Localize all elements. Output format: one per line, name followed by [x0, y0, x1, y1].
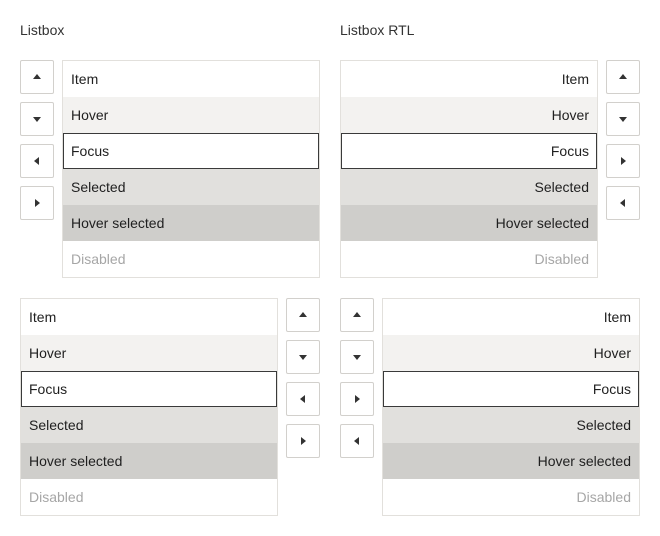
listbox-option-disabled: Disabled: [29, 489, 84, 505]
listbox-rtl: Item Hover Focus Selected Hover selected…: [340, 60, 598, 278]
listbox-rtl-option-selected[interactable]: Selected: [341, 169, 597, 205]
listbox-title: Listbox: [20, 22, 65, 38]
move-right-button[interactable]: [606, 144, 640, 178]
listbox-option-focus[interactable]: Focus: [63, 133, 319, 169]
triangle-left-icon: [34, 157, 39, 165]
triangle-left-icon: [300, 395, 305, 403]
listbox-option-hover-selected[interactable]: Hover selected: [63, 205, 319, 241]
triangle-down-icon: [619, 117, 627, 122]
listbox-option-item[interactable]: Item: [63, 61, 319, 97]
listbox-option-selected[interactable]: Selected: [63, 169, 319, 205]
listbox-rtl-option-hover-selected[interactable]: Hover selected: [341, 205, 597, 241]
move-down-button[interactable]: [340, 340, 374, 374]
move-right-button[interactable]: [20, 186, 54, 220]
triangle-right-icon: [35, 199, 40, 207]
listbox-rtl-option-hover[interactable]: Hover: [383, 335, 639, 371]
move-left-button[interactable]: [606, 186, 640, 220]
triangle-right-icon: [301, 437, 306, 445]
triangle-up-icon: [353, 312, 361, 317]
triangle-left-icon: [620, 199, 625, 207]
move-up-button[interactable]: [340, 298, 374, 332]
listbox-rtl-option-hover-selected[interactable]: Hover selected: [383, 443, 639, 479]
triangle-up-icon: [33, 74, 41, 79]
triangle-right-icon: [621, 157, 626, 165]
triangle-right-icon: [355, 395, 360, 403]
triangle-down-icon: [299, 355, 307, 360]
listbox-rtl-option-focus[interactable]: Focus: [341, 133, 597, 169]
move-controls-end: [286, 298, 320, 466]
move-down-button[interactable]: [20, 102, 54, 136]
listbox-option-hover[interactable]: Hover: [63, 97, 319, 133]
listbox-rtl-buttons-start: Item Hover Focus Selected Hover selected…: [382, 298, 640, 516]
move-up-button[interactable]: [286, 298, 320, 332]
move-left-button[interactable]: [286, 382, 320, 416]
listbox-option-selected[interactable]: Selected: [21, 407, 277, 443]
listbox-option-hover-selected[interactable]: Hover selected: [21, 443, 277, 479]
listbox-rtl-option-selected[interactable]: Selected: [383, 407, 639, 443]
move-up-button[interactable]: [20, 60, 54, 94]
listbox-rtl-option-item[interactable]: Item: [341, 61, 597, 97]
listbox-rtl-option-focus[interactable]: Focus: [383, 371, 639, 407]
move-right-button[interactable]: [286, 424, 320, 458]
move-down-button[interactable]: [286, 340, 320, 374]
triangle-down-icon: [353, 355, 361, 360]
move-left-button[interactable]: [340, 424, 374, 458]
move-right-button[interactable]: [340, 382, 374, 416]
triangle-up-icon: [299, 312, 307, 317]
listbox: Item Hover Focus Selected Hover selected…: [62, 60, 320, 278]
listbox-rtl-option-item[interactable]: Item: [383, 299, 639, 335]
move-up-button[interactable]: [606, 60, 640, 94]
listbox-rtl-title: Listbox RTL: [340, 22, 415, 38]
listbox-buttons-end: Item Hover Focus Selected Hover selected…: [20, 298, 278, 516]
listbox-rtl-option-disabled: Disabled: [534, 251, 589, 267]
listbox-option-focus[interactable]: Focus: [21, 371, 277, 407]
move-down-button[interactable]: [606, 102, 640, 136]
move-controls-rtl-start: [340, 298, 374, 466]
listbox-rtl-option-hover[interactable]: Hover: [341, 97, 597, 133]
listbox-rtl-option-disabled: Disabled: [576, 489, 631, 505]
move-controls: [20, 60, 54, 228]
move-controls-rtl: [606, 60, 640, 228]
listbox-option-hover[interactable]: Hover: [21, 335, 277, 371]
triangle-left-icon: [354, 437, 359, 445]
listbox-option-item[interactable]: Item: [21, 299, 277, 335]
triangle-down-icon: [33, 117, 41, 122]
triangle-up-icon: [619, 74, 627, 79]
move-left-button[interactable]: [20, 144, 54, 178]
listbox-option-disabled: Disabled: [71, 251, 126, 267]
